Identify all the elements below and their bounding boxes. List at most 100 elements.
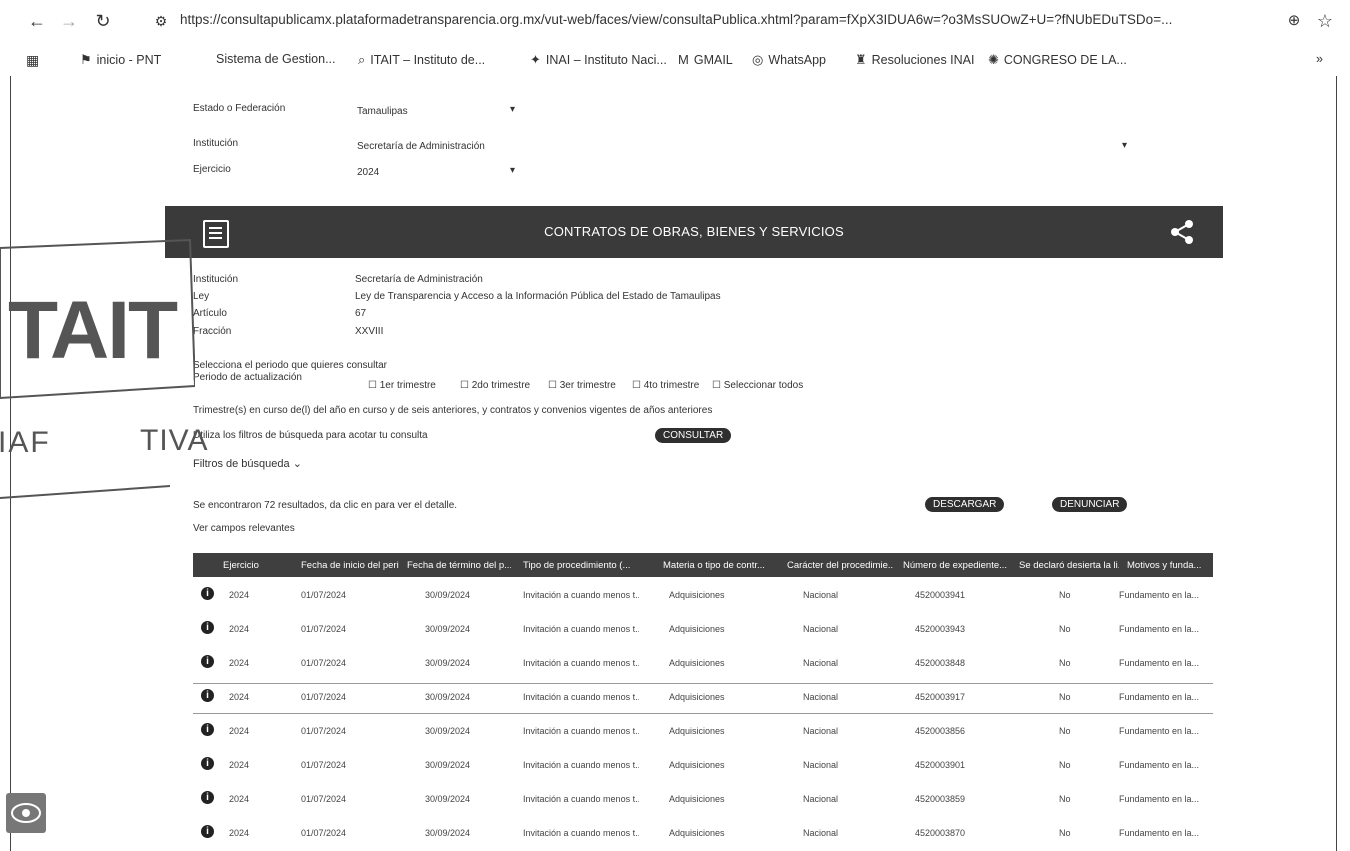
info-detail-icon[interactable]: i — [201, 723, 214, 736]
periodo-checkbox-4[interactable]: ☐ 4to trimestre — [632, 380, 699, 391]
table-row[interactable]: i 2024 01/07/2024 30/09/2024 Invitación … — [193, 748, 1213, 782]
col-ejercicio[interactable]: Ejercicio — [223, 560, 263, 571]
share-icon[interactable] — [1168, 218, 1196, 246]
reload-icon[interactable]: ↻ — [92, 10, 114, 32]
stamp-text-tait: TAIT — [8, 285, 178, 376]
institucion-label: Institución — [193, 138, 239, 149]
bookmark-resoluciones[interactable]: ♜ Resoluciones INAI — [855, 52, 974, 68]
col-motivos[interactable]: Motivos y funda... — [1127, 560, 1213, 571]
ejercicio-dropdown-icon[interactable]: ▾ — [510, 165, 515, 176]
cell-desierta: No — [1059, 828, 1071, 838]
cell-materia: Adquisiciones — [669, 624, 725, 634]
info-detail-icon[interactable]: i — [201, 689, 214, 702]
info-value-institucion: Secretaría de Administración — [355, 274, 483, 285]
ver-campos-link[interactable]: Ver campos relevantes — [193, 523, 295, 534]
zoom-icon[interactable]: ⊕ — [1283, 10, 1305, 32]
estado-dropdown-icon[interactable]: ▾ — [510, 104, 515, 115]
institucion-select[interactable]: Secretaría de Administración — [357, 141, 485, 152]
denunciar-button[interactable]: DENUNCIAR — [1052, 497, 1128, 512]
inai-icon: ✦ — [530, 52, 541, 67]
table-row[interactable]: i 2024 01/07/2024 30/09/2024 Invitación … — [193, 680, 1213, 714]
cell-caracter: Nacional — [803, 794, 839, 804]
cell-materia: Adquisiciones — [669, 760, 725, 770]
col-desierta[interactable]: Se declaró desierta la li... — [1019, 560, 1119, 571]
cell-desierta: No — [1059, 726, 1071, 736]
cell-materia: Adquisiciones — [669, 590, 725, 600]
cell-desierta: No — [1059, 658, 1071, 668]
info-detail-icon[interactable]: i — [201, 825, 214, 838]
col-tipo-procedimiento[interactable]: Tipo de procedimiento (... — [523, 560, 635, 571]
col-numero-expediente[interactable]: Número de expediente... — [903, 560, 1011, 571]
cell-expediente: 4520003941 — [915, 590, 966, 600]
row-divider — [193, 683, 1213, 684]
col-caracter[interactable]: Carácter del procedimie... — [787, 560, 893, 571]
consultar-button[interactable]: CONSULTAR — [655, 428, 732, 443]
col-materia[interactable]: Materia o tipo de contr... — [663, 560, 771, 571]
periodo-prompt: Selecciona el periodo que quieres consul… — [193, 360, 388, 371]
institucion-dropdown-icon[interactable]: ▾ — [1122, 140, 1127, 151]
bookmark-whatsapp[interactable]: ◎ WhatsApp — [752, 52, 826, 68]
cell-fecha-inicio: 01/07/2024 — [301, 760, 347, 770]
site-settings-icon[interactable]: ⚙ — [150, 10, 172, 32]
cell-materia: Adquisiciones — [669, 828, 725, 838]
cell-caracter: Nacional — [803, 828, 839, 838]
periodo-checkbox-3[interactable]: ☐ 3er trimestre — [548, 380, 616, 391]
chevron-down-icon: ⌄ — [292, 458, 302, 470]
info-detail-icon[interactable]: i — [201, 587, 214, 600]
cell-tipo: Invitación a cuando menos t... — [523, 624, 639, 634]
info-detail-icon[interactable]: i — [201, 621, 214, 634]
pnt-icon: ⚑ — [80, 52, 92, 67]
col-fecha-inicio[interactable]: Fecha de inicio del peri... — [301, 560, 399, 571]
accessibility-eye-icon[interactable] — [6, 793, 46, 833]
address-bar[interactable]: https://consultapublicamx.plataformadetr… — [180, 12, 1270, 27]
gmail-icon: M — [678, 52, 689, 67]
back-arrow-icon[interactable]: ← — [26, 10, 48, 32]
cell-expediente: 4520003859 — [915, 794, 966, 804]
cell-caracter: Nacional — [803, 692, 839, 702]
filters-prompt: Utiliza los filtros de búsqueda para aco… — [193, 430, 428, 441]
cell-tipo: Invitación a cuando menos t... — [523, 828, 639, 838]
star-icon[interactable]: ☆ — [1314, 10, 1336, 32]
table-row[interactable]: i 2024 01/07/2024 30/09/2024 Invitación … — [193, 816, 1213, 850]
cell-fecha-termino: 30/09/2024 — [425, 658, 471, 668]
ejercicio-select[interactable]: 2024 — [357, 167, 379, 178]
table-row[interactable]: i 2024 01/07/2024 30/09/2024 Invitación … — [193, 714, 1213, 748]
forward-arrow-icon[interactable]: → — [58, 10, 80, 32]
page-border-right — [1336, 76, 1337, 851]
cell-materia: Adquisiciones — [669, 794, 725, 804]
table-row[interactable]: i 2024 01/07/2024 30/09/2024 Invitación … — [193, 782, 1213, 816]
bookmark-gmail[interactable]: M GMAIL — [678, 52, 733, 67]
filtros-toggle[interactable]: Filtros de búsqueda ⌄ — [193, 457, 302, 470]
bookmark-inicio-pnt[interactable]: ⚑ inicio - PNT — [80, 52, 161, 68]
info-detail-icon[interactable]: i — [201, 791, 214, 804]
info-label-articulo: Artículo — [193, 308, 227, 319]
info-detail-icon[interactable]: i — [201, 757, 214, 770]
table-row[interactable]: i 2024 01/07/2024 30/09/2024 Invitación … — [193, 646, 1213, 680]
cell-fecha-inicio: 01/07/2024 — [301, 726, 347, 736]
periodo-checkbox-2[interactable]: ☐ 2do trimestre — [460, 380, 530, 391]
cell-tipo: Invitación a cuando menos t... — [523, 658, 639, 668]
bookmark-congreso[interactable]: ✺ CONGRESO DE LA... — [988, 52, 1127, 68]
info-label-ley: Ley — [193, 291, 210, 302]
bookmarks-overflow-button[interactable]: » — [1316, 52, 1323, 66]
cell-caracter: Nacional — [803, 658, 839, 668]
cell-caracter: Nacional — [803, 590, 839, 600]
bookmark-itait[interactable]: ⌕ ITAIT – Instituto de... — [358, 52, 485, 68]
apps-grid-icon[interactable]: ▦ — [26, 52, 39, 69]
bookmark-sistema-gestion[interactable]: Sistema de Gestion... — [216, 52, 336, 66]
table-row[interactable]: i 2024 01/07/2024 30/09/2024 Invitación … — [193, 612, 1213, 646]
estado-select[interactable]: Tamaulipas — [357, 106, 408, 117]
periodo-note: Trimestre(s) en curso de(l) del año en c… — [193, 405, 713, 416]
cell-ejercicio: 2024 — [229, 658, 250, 668]
descargar-button[interactable]: DESCARGAR — [925, 497, 1005, 512]
cell-motivos: Fundamento en la... — [1119, 828, 1200, 838]
bookmark-inai[interactable]: ✦ INAI – Instituto Naci... — [530, 52, 667, 68]
table-row[interactable]: i 2024 01/07/2024 30/09/2024 Invitación … — [193, 578, 1213, 612]
periodo-checkbox-todos[interactable]: ☐ Seleccionar todos — [712, 380, 803, 391]
col-fecha-termino[interactable]: Fecha de término del p... — [407, 560, 511, 571]
cell-motivos: Fundamento en la... — [1119, 760, 1200, 770]
ejercicio-label: Ejercicio — [193, 164, 231, 175]
stamp-text-iaf: IAF — [0, 426, 51, 459]
periodo-checkbox-1[interactable]: ☐ 1er trimestre — [368, 380, 436, 391]
info-detail-icon[interactable]: i — [201, 655, 214, 668]
